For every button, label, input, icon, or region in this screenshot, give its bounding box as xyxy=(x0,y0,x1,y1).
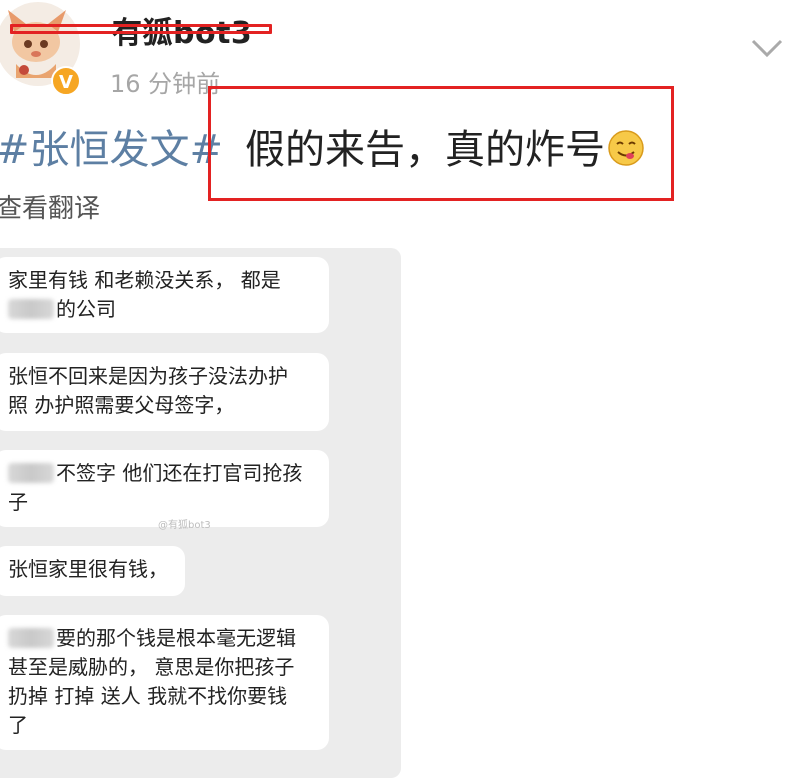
message-line: 子 xyxy=(8,490,28,514)
message-text: 不签字 他们还在打官司抢孩 xyxy=(56,461,303,485)
message-line: 张恒家里很有钱， xyxy=(8,557,168,581)
verified-badge-icon: V xyxy=(51,66,81,96)
message-line: 要的那个钱是根本毫无逻辑 xyxy=(8,624,313,653)
message-line: 家里有钱 和老赖没关系， 都是 xyxy=(8,268,281,292)
chat-bubble-1: 家里有钱 和老赖没关系， 都是 的公司 xyxy=(0,257,329,333)
message-text: 要的那个钱是根本毫无逻辑 xyxy=(56,626,296,650)
chevron-down-icon[interactable] xyxy=(750,36,784,60)
blurred-name xyxy=(8,628,54,648)
hashtag-link[interactable]: #张恒发文# xyxy=(0,127,223,173)
chat-bubble-2: 张恒不回来是因为孩子没法办护 照 办护照需要父母签字， xyxy=(0,353,329,431)
annotation-red-frame xyxy=(208,86,674,201)
message-text: 的公司 xyxy=(56,297,116,321)
message-line: 的公司 xyxy=(8,295,313,324)
message-line: 不签字 他们还在打官司抢孩 xyxy=(8,459,313,488)
message-line: 张恒不回来是因为孩子没法办护 xyxy=(8,364,288,388)
blurred-name xyxy=(8,299,54,319)
post-timestamp: 16 分钟前 xyxy=(110,70,221,98)
message-line: 照 办护照需要父母签字， xyxy=(8,393,235,417)
message-line: 甚至是威胁的， 意思是你把孩子 xyxy=(8,655,295,679)
message-line: 了 xyxy=(8,713,28,737)
message-line: 扔掉 打掉 送人 我就不找你要钱 xyxy=(8,684,288,708)
chat-bubble-4: 张恒家里很有钱， xyxy=(0,546,185,596)
blurred-name xyxy=(8,463,54,483)
watermark: @有狐bot3 xyxy=(158,520,211,531)
username-redaction-box xyxy=(10,24,272,34)
translate-link[interactable]: 查看翻译 xyxy=(0,188,100,225)
chat-bubble-5: 要的那个钱是根本毫无逻辑 甚至是威胁的， 意思是你把孩子 扔掉 打掉 送人 我就… xyxy=(0,615,329,750)
